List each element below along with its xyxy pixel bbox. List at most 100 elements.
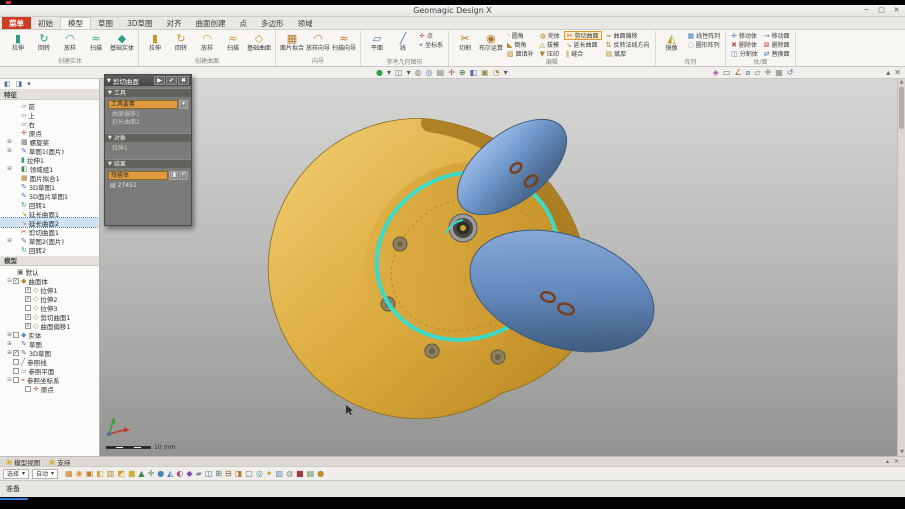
dialog-header-button[interactable]: ▶ <box>154 76 165 85</box>
dialog-titlebar[interactable]: ▼ 剪切曲面 ▶ ✔ ✖ <box>105 75 191 86</box>
ribbon-small-button[interactable]: ◌ 圆形阵列 <box>686 40 723 49</box>
ribbon-button[interactable]: ◠ 放样 <box>57 31 83 52</box>
viewport-tool-icon[interactable]: ▾ <box>407 68 411 78</box>
selection-tool-icon[interactable]: ● <box>157 469 164 479</box>
toolbar-collapse-icon[interactable]: ▴ <box>886 68 890 78</box>
tree-item[interactable]: ✛ 原点 <box>0 128 99 137</box>
visibility-checkbox[interactable] <box>13 332 19 338</box>
expander-icon[interactable]: ⊞ <box>6 350 13 356</box>
maximize-button[interactable]: □ <box>876 6 887 14</box>
viewport-tool-icon[interactable]: ▦ <box>775 68 783 78</box>
ribbon-button[interactable]: ≈ 扫描 <box>83 31 109 52</box>
ribbon-tab[interactable]: 多边形 <box>254 17 291 29</box>
ribbon-tab[interactable]: 点 <box>233 17 255 29</box>
ribbon-small-button[interactable]: ⇄ 替换面 <box>762 49 792 58</box>
viewport-tool-icon[interactable]: ▾ <box>504 68 508 78</box>
viewport-tool-icon[interactable]: ✛ <box>765 68 772 78</box>
viewport-tool-icon[interactable]: ▣ <box>481 68 489 78</box>
tool-selection-item[interactable]: 延长曲面2 <box>108 119 188 127</box>
scroll-up-icon[interactable]: ▲ <box>898 79 905 86</box>
ribbon-small-button[interactable]: ✂ 剪切曲面 <box>564 31 602 40</box>
viewport-tool-icon[interactable]: ◫ <box>395 68 403 78</box>
collapse-icon[interactable]: ▼ <box>107 78 111 84</box>
viewport-tool-icon[interactable]: ◍ <box>415 68 422 78</box>
selection-tool-icon[interactable]: ▲ <box>138 469 144 479</box>
scrollbar-thumb[interactable] <box>899 87 904 129</box>
viewport-tool-icon[interactable]: ▱ <box>754 68 760 78</box>
visibility-checkbox[interactable] <box>13 350 19 356</box>
ribbon-small-button[interactable]: ↘ 延长曲面 <box>564 40 602 49</box>
tool-elements-field[interactable]: 工具要素 <box>108 100 178 109</box>
ribbon-small-button[interactable]: ◣ 倒角 <box>505 40 536 49</box>
ribbon-small-button[interactable]: → 移动面 <box>762 31 792 40</box>
section-collapse-icon[interactable]: ▼ <box>108 160 112 169</box>
ribbon-small-button[interactable]: ∥ 缝合 <box>564 49 602 58</box>
viewport-tool-icon[interactable]: ⊕ <box>459 68 466 78</box>
ribbon-button[interactable]: ◭ 镜像 <box>659 31 685 52</box>
ribbon-button[interactable]: ▮ 拉伸 <box>5 31 31 52</box>
ribbon-button[interactable]: ◠ 放样向导 <box>305 31 331 52</box>
ribbon-button[interactable]: ▱ 平面 <box>364 31 390 52</box>
section-collapse-icon[interactable]: ▼ <box>108 134 112 143</box>
selection-mode-dropdown[interactable]: 选择 ▾ <box>3 469 29 479</box>
expander-icon[interactable]: ⊞ <box>6 139 13 145</box>
tool-section-header[interactable]: ▼ 工具 <box>105 88 191 97</box>
selection-tool-icon[interactable]: ✦ <box>266 469 273 479</box>
selection-tool-icon[interactable]: ◩ <box>117 469 125 479</box>
selection-tool-icon[interactable]: ▥ <box>107 469 115 479</box>
tree-item[interactable]: ⊞ ✎ 草图2(面片) <box>0 236 99 245</box>
ribbon-tab[interactable]: 曲面创建 <box>189 17 233 29</box>
selection-tool-icon[interactable]: ▧ <box>276 469 284 479</box>
viewport-tool-icon[interactable]: ✛ <box>448 68 455 78</box>
result-section-header[interactable]: ▼ 结果 <box>105 159 191 168</box>
tab-strip-icon[interactable]: ▴ <box>886 458 889 465</box>
selection-tool-icon[interactable]: ▤ <box>307 469 315 479</box>
ribbon-small-button[interactable]: ▦ 线性阵列 <box>686 31 723 40</box>
tree-item[interactable]: ▱ 上 <box>0 110 99 119</box>
tree-item[interactable]: ⊞ ✎ 3D草图 <box>0 348 99 357</box>
ribbon-small-button[interactable]: ⌖ 坐标系 <box>417 40 445 49</box>
view-tab[interactable]: ▣ 支持 <box>49 457 70 467</box>
tree-item[interactable]: ⊞ ◆ 实体 <box>0 330 99 339</box>
ribbon-tab[interactable]: 菜单 <box>2 17 31 29</box>
panel-tool-icon[interactable]: ◨ <box>16 80 23 88</box>
visibility-checkbox[interactable] <box>13 278 19 284</box>
object-section-header[interactable]: ▼ 对象 <box>105 133 191 142</box>
ribbon-small-button[interactable]: ◝ 圆角 <box>505 31 536 40</box>
ribbon-tab[interactable]: 初始 <box>31 17 60 29</box>
ribbon-tab[interactable]: 草图 <box>91 17 120 29</box>
viewport-canvas[interactable] <box>100 79 897 456</box>
selection-tool-icon[interactable]: ■ <box>296 469 304 479</box>
viewport-3d[interactable]: 10 mm <box>100 79 897 456</box>
tree-item[interactable]: ↻ 回转2 <box>0 245 99 254</box>
section-collapse-icon[interactable]: ▼ <box>108 89 112 98</box>
selection-tool-icon[interactable]: ◭ <box>167 469 173 479</box>
viewport-tool-icon[interactable]: ▭ <box>723 68 731 78</box>
expander-icon[interactable]: ⊞ <box>6 341 13 347</box>
dialog-header-button[interactable]: ✔ <box>166 76 177 85</box>
visibility-checkbox[interactable] <box>13 368 19 374</box>
selection-tool-icon[interactable]: ◉ <box>76 469 83 479</box>
ribbon-button[interactable]: ◇ 基础曲面 <box>246 31 272 52</box>
panel-tool-icon[interactable]: ◧ <box>4 80 11 88</box>
ribbon-small-button[interactable]: △ 拔模 <box>538 40 562 49</box>
visibility-checkbox[interactable] <box>25 287 31 293</box>
expander-icon[interactable]: ⊞ <box>6 166 13 172</box>
ribbon-button[interactable]: ╱ 线 <box>390 31 416 52</box>
visibility-checkbox[interactable] <box>13 359 19 365</box>
result-field-button[interactable]: ↶ <box>179 171 188 180</box>
ribbon-tab[interactable]: 3D草图 <box>120 17 160 29</box>
selection-tool-icon[interactable]: ◧ <box>96 469 104 479</box>
selection-tool-icon[interactable]: ◨ <box>235 469 243 479</box>
visibility-checkbox[interactable] <box>25 305 31 311</box>
selection-tool-icon[interactable]: ◆ <box>186 469 192 479</box>
ribbon-small-button[interactable]: ✖ 删除体 <box>729 40 760 49</box>
viewport-tool-icon[interactable]: ⌀ <box>746 68 751 78</box>
selection-tool-icon[interactable]: ◍ <box>286 469 293 479</box>
selection-tool-icon[interactable]: ✛ <box>148 469 155 479</box>
viewport-tool-icon[interactable]: ↺ <box>787 68 794 78</box>
viewport-tool-icon[interactable]: ▾ <box>387 68 391 78</box>
viewport-tool-icon[interactable]: ◧ <box>470 68 478 78</box>
ribbon-button[interactable]: ▦ 面片拟合 <box>279 31 305 52</box>
ribbon-small-button[interactable]: ≈ 曲面偏移 <box>604 31 652 40</box>
